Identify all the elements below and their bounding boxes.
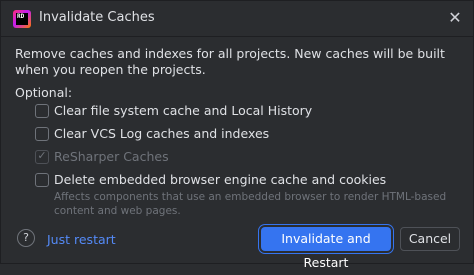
dialog-description: Remove caches and indexes for all projec…: [15, 46, 445, 77]
checkmark-icon: ✓: [37, 149, 47, 162]
option-label: Clear VCS Log caches and indexes: [54, 126, 270, 141]
app-icon-label: RD: [16, 13, 28, 25]
optional-label: Optional:: [15, 85, 73, 100]
option-label: Delete embedded browser engine cache and…: [54, 172, 387, 187]
just-restart-link[interactable]: Just restart: [47, 232, 116, 247]
invalidate-caches-dialog: RD Invalidate Caches ✕ Remove caches and…: [0, 0, 474, 270]
option-label: ReSharper Caches: [54, 149, 169, 164]
cancel-button[interactable]: Cancel: [400, 227, 460, 251]
browser-cache-note: Affects components that use an embedded …: [54, 191, 447, 217]
title-bar: RD Invalidate Caches ✕: [1, 1, 473, 37]
rider-app-icon: RD: [13, 10, 31, 28]
help-button[interactable]: ?: [17, 229, 35, 247]
checkbox[interactable]: [35, 173, 49, 187]
invalidate-and-restart-button[interactable]: Invalidate and Restart: [261, 227, 391, 270]
checkbox[interactable]: [35, 104, 49, 118]
close-icon[interactable]: ✕: [447, 10, 463, 26]
checkbox-checked-disabled: ✓: [35, 149, 49, 164]
checkbox[interactable]: [35, 127, 49, 141]
title-separator: [1, 36, 473, 37]
dialog-title: Invalidate Caches: [39, 10, 155, 25]
option-label: Clear file system cache and Local Histor…: [54, 103, 313, 118]
